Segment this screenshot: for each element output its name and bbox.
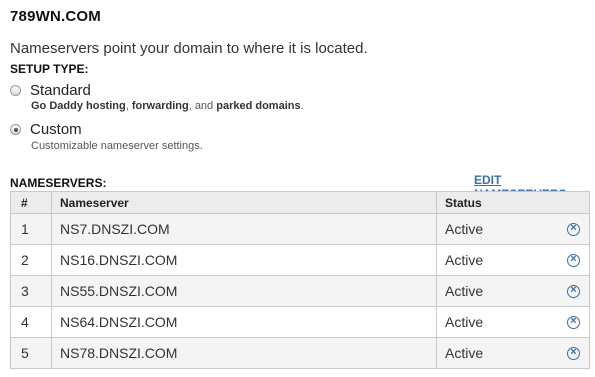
table-row: 2 NS16.DNSZI.COM Active × [10, 244, 590, 276]
row-nameserver: NS55.DNSZI.COM [51, 275, 437, 307]
nameservers-table: # Nameserver Status 1 NS7.DNSZI.COM Acti… [10, 191, 590, 369]
close-circle-icon[interactable]: × [567, 316, 580, 329]
desc-sep-2: , and [188, 100, 217, 112]
close-circle-icon[interactable]: × [567, 347, 580, 360]
row-number: 2 [10, 244, 52, 276]
row-status: Active [445, 252, 484, 268]
custom-radio[interactable] [10, 124, 21, 135]
setup-type-label: SETUP TYPE: [10, 62, 89, 76]
row-nameserver: NS16.DNSZI.COM [51, 244, 437, 276]
table-row: 3 NS55.DNSZI.COM Active × [10, 275, 590, 307]
custom-option[interactable]: Custom [10, 121, 82, 138]
close-circle-icon[interactable]: × [567, 254, 580, 267]
row-nameserver: NS78.DNSZI.COM [51, 337, 437, 369]
standard-option[interactable]: Standard [10, 82, 91, 99]
intro-text: Nameservers point your domain to where i… [10, 40, 368, 57]
nameservers-heading: NAMESERVERS: [10, 176, 107, 190]
col-nameserver-header: Nameserver [51, 191, 437, 214]
row-status: Active [445, 221, 484, 237]
row-status-cell: Active × [436, 244, 590, 276]
row-nameserver: NS7.DNSZI.COM [51, 213, 437, 245]
close-circle-icon[interactable]: × [567, 285, 580, 298]
row-status-cell: Active × [436, 275, 590, 307]
desc-end: . [300, 100, 304, 112]
row-status: Active [445, 314, 484, 330]
standard-description: Go Daddy hosting, forwarding, and parked… [31, 100, 304, 112]
standard-label: Standard [30, 82, 91, 99]
custom-description: Customizable nameserver settings. [31, 140, 203, 152]
table-row: 4 NS64.DNSZI.COM Active × [10, 306, 590, 338]
col-status-header: Status [436, 191, 590, 214]
row-nameserver: NS64.DNSZI.COM [51, 306, 437, 338]
desc-forwarding: forwarding [131, 100, 189, 112]
row-status: Active [445, 283, 484, 299]
standard-radio[interactable] [10, 85, 21, 96]
col-number-header: # [10, 191, 52, 214]
desc-parked: parked domains [216, 100, 301, 112]
row-status-cell: Active × [436, 337, 590, 369]
row-status-cell: Active × [436, 306, 590, 338]
row-status: Active [445, 345, 484, 361]
row-status-cell: Active × [436, 213, 590, 245]
row-number: 5 [10, 337, 52, 369]
table-header-row: # Nameserver Status [10, 191, 590, 214]
row-number: 3 [10, 275, 52, 307]
row-number: 1 [10, 213, 52, 245]
table-row: 5 NS78.DNSZI.COM Active × [10, 337, 590, 369]
close-circle-icon[interactable]: × [567, 223, 580, 236]
custom-label: Custom [30, 121, 82, 138]
domain-title: 789WN.COM [10, 8, 101, 25]
table-row: 1 NS7.DNSZI.COM Active × [10, 213, 590, 245]
row-number: 4 [10, 306, 52, 338]
desc-hosting: Go Daddy hosting [31, 100, 126, 112]
